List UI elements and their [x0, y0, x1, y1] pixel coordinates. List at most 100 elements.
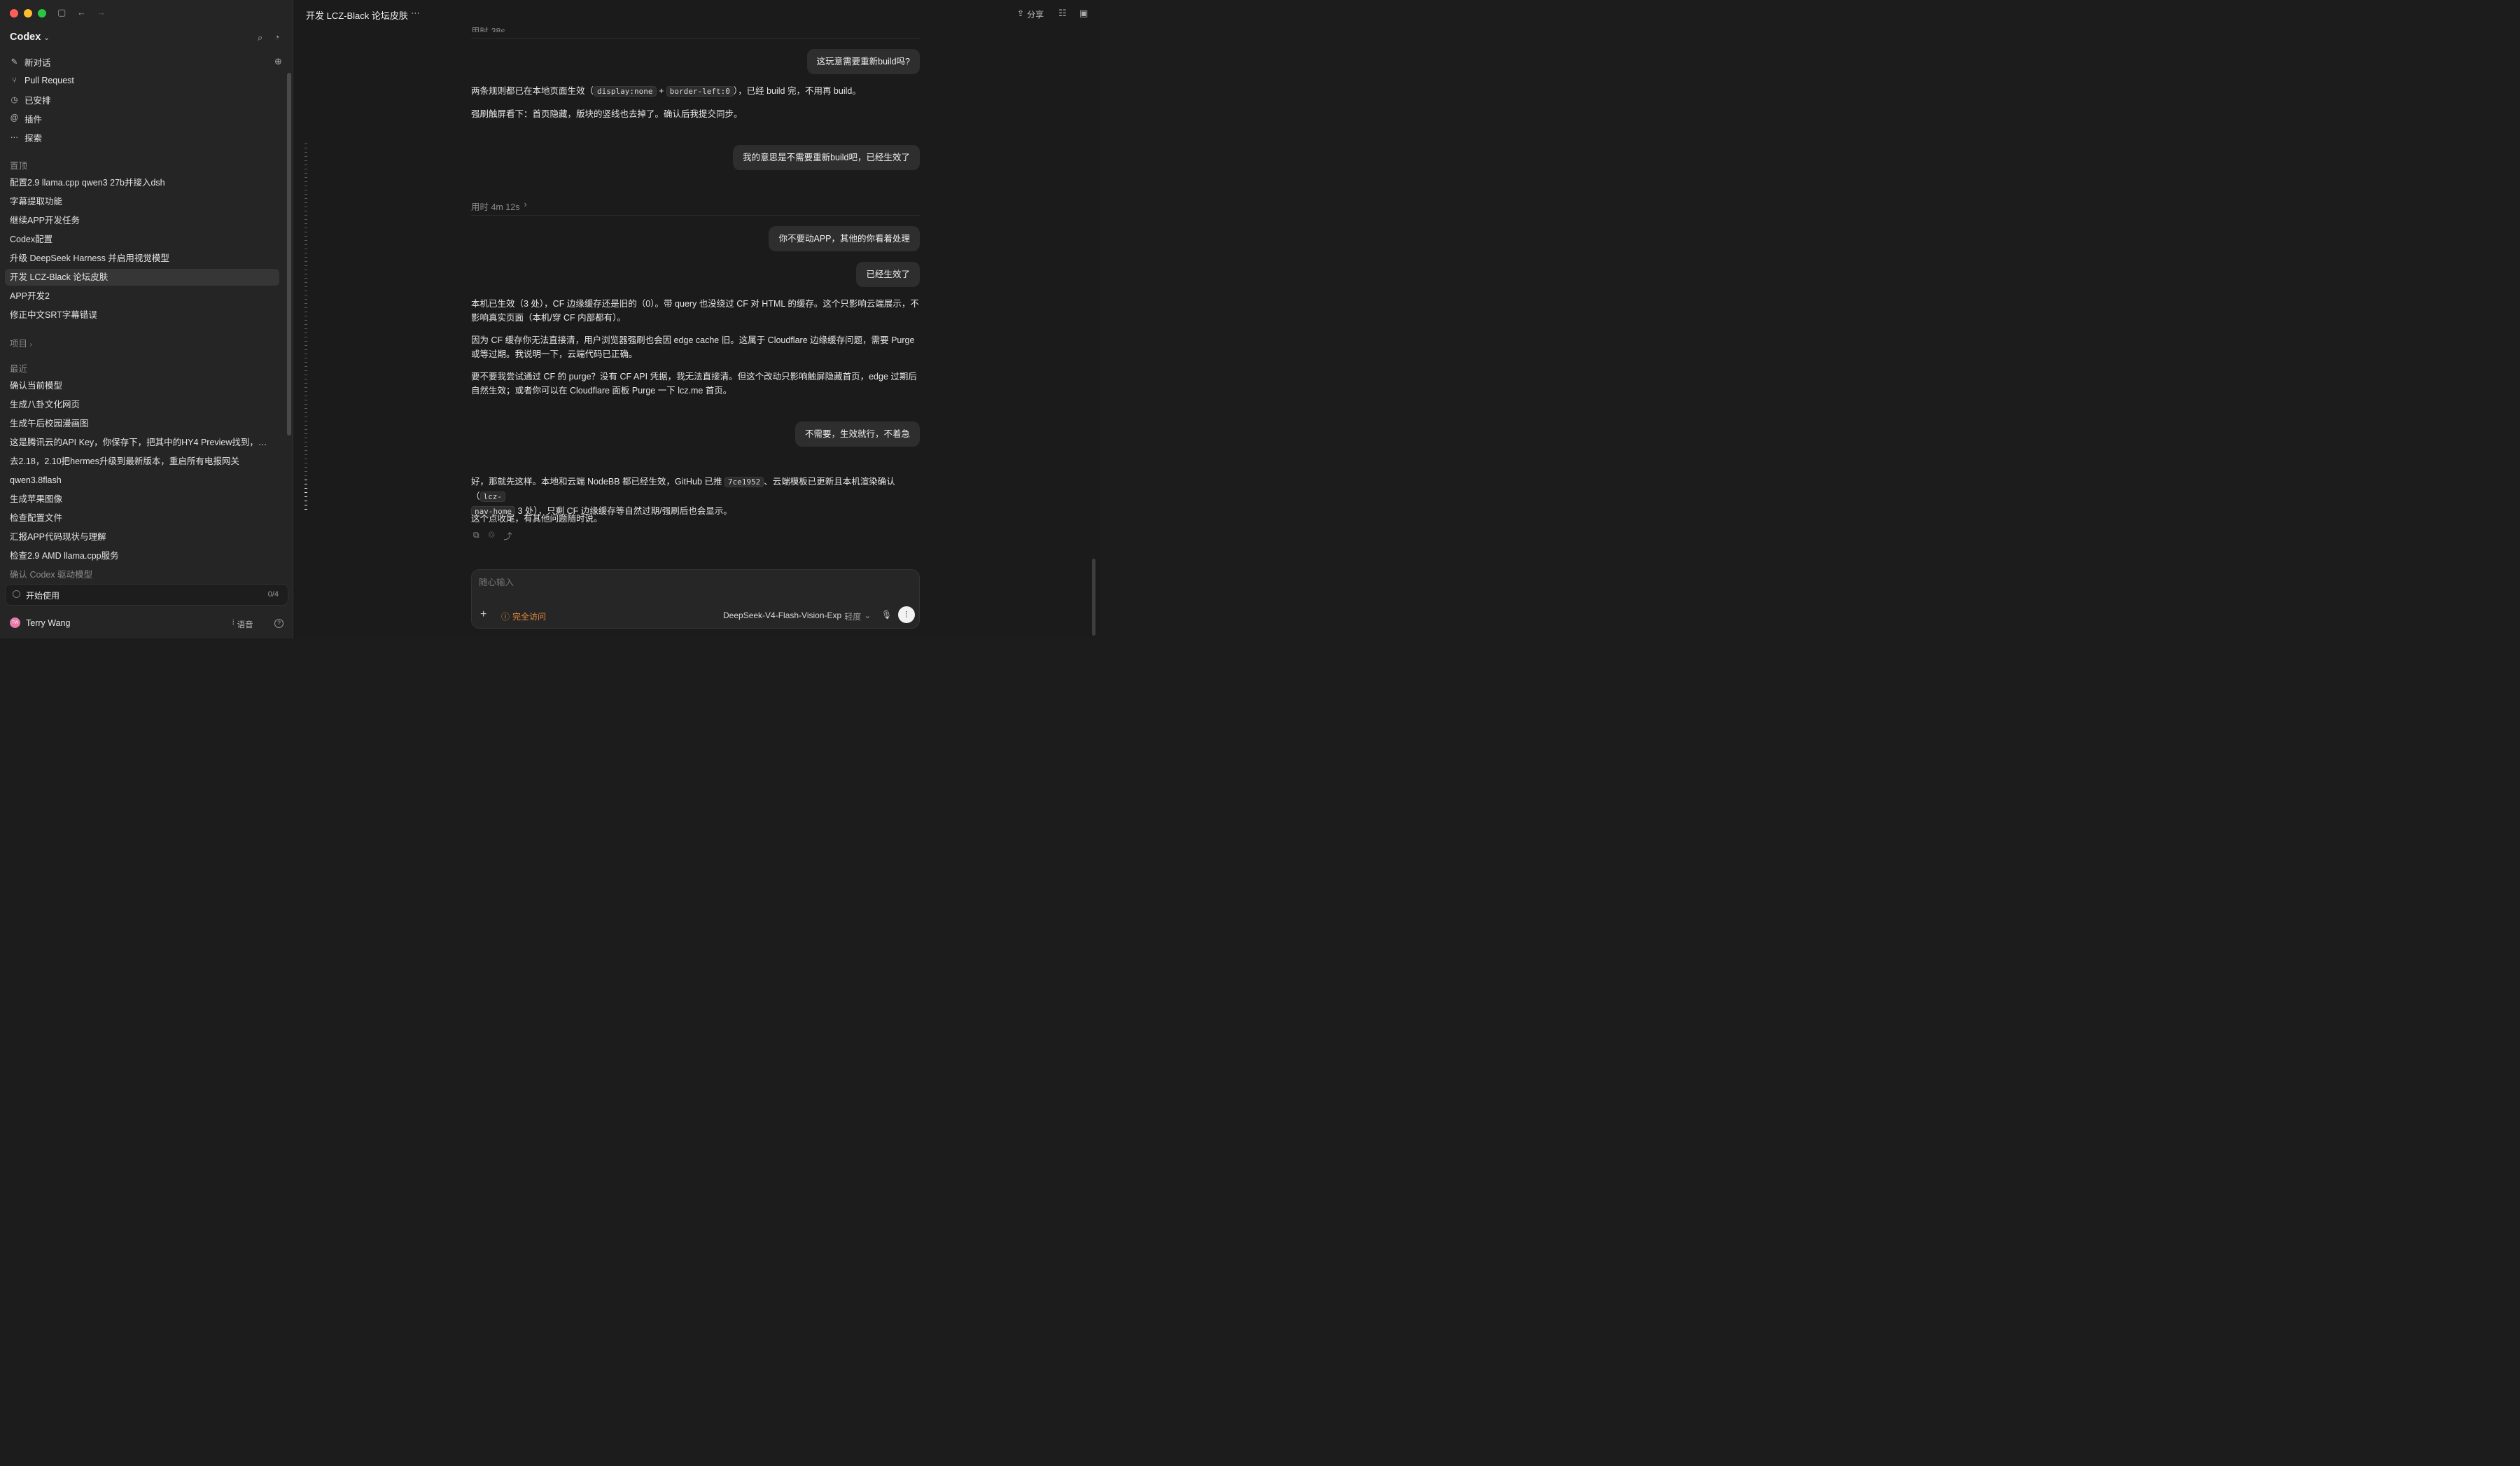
chevron-right-icon: ›: [29, 341, 32, 349]
message-actions: ⧉ ♲ ⤴: [473, 530, 512, 542]
clock-icon: ◷: [10, 96, 18, 104]
text-segment: 两条规则都已在本地页面生效（: [471, 86, 594, 96]
assistant-paragraph: 本机已生效（3 处），CF 边缘缓存还是旧的（0）。带 query 也没绕过 C…: [471, 299, 919, 323]
user-profile[interactable]: TW Terry Wang: [10, 617, 70, 628]
recent-item[interactable]: 去2.18，2.10把hermes升级到最新版本，重启所有电报网关: [10, 454, 276, 468]
model-selector[interactable]: DeepSeek-V4-Flash-Vision-Exp 轻度 ⌄: [723, 610, 871, 622]
recent-item[interactable]: 生成午后校园漫画图: [10, 417, 276, 431]
sidebar-toggle-icon[interactable]: ▢: [57, 7, 66, 18]
edit-icon: ✎: [10, 58, 18, 67]
pinned-item[interactable]: Codex配置: [10, 232, 276, 246]
timeline-ticks[interactable]: [304, 144, 308, 513]
chevron-down-icon: ⌄: [43, 34, 50, 42]
more-dots-icon: ⋯: [10, 134, 19, 142]
voice-button[interactable]: ⦙ 语音: [232, 619, 253, 630]
sidebar-item-new-chat[interactable]: ✎ 新对话: [10, 54, 283, 69]
forward-arrow-icon[interactable]: →: [97, 7, 106, 18]
zoom-window-button[interactable]: [38, 9, 46, 18]
assistant-paragraph: 要不要我尝试通过 CF 的 purge？没有 CF API 凭据，我无法直接清。…: [471, 372, 917, 396]
getting-started-card[interactable]: 开始使用 0/4: [5, 584, 288, 606]
warning-icon: ⓘ: [501, 612, 510, 622]
sidebar-item-label: 新对话: [24, 57, 51, 68]
user-message: 已经生效了: [856, 262, 920, 287]
access-label: 完全访问: [512, 612, 547, 622]
back-arrow-icon[interactable]: ←: [77, 7, 86, 18]
text-segment: ），已经 build 完，不用再 build。: [733, 86, 861, 96]
projects-header-label: 项目: [10, 339, 28, 349]
user-message: 我的意思是不需要重新build吧，已经生效了: [733, 145, 920, 170]
pinned-item[interactable]: 配置2.9 llama.cpp qwen3 27b并接入dsh: [10, 176, 276, 190]
projects-header[interactable]: 项目 ›: [10, 336, 32, 349]
more-options-icon[interactable]: ⋯: [411, 8, 420, 19]
thumbs-icon[interactable]: ♲: [488, 530, 496, 542]
copy-icon[interactable]: ⧉: [473, 530, 479, 542]
divider: [471, 38, 920, 39]
conversation-title: 开发 LCZ-Black 论坛皮肤: [306, 11, 408, 21]
recent-item[interactable]: 确认当前模型: [10, 379, 276, 393]
getting-started-progress: 0/4: [267, 590, 279, 599]
recent-item[interactable]: 汇报APP代码现状与理解: [10, 530, 276, 544]
fork-icon[interactable]: ⤴: [503, 530, 512, 542]
progress-circle-icon: [13, 590, 20, 598]
pinned-item[interactable]: 继续APP开发任务: [10, 214, 276, 228]
share-button[interactable]: ⇪ 分享: [1017, 8, 1044, 20]
inline-code: 7ce1952: [724, 477, 764, 487]
sidebar-item-explore[interactable]: ⋯ 探索: [10, 130, 283, 145]
add-attachment-icon[interactable]: +: [480, 608, 486, 621]
sidebar-item-pull-request[interactable]: ⑂ Pull Request: [10, 73, 283, 88]
elapsed-time-top[interactable]: 用时 38s: [471, 24, 505, 32]
chevron-right-icon: ›: [524, 200, 527, 209]
help-icon[interactable]: ?: [274, 619, 284, 628]
sidebar-scrollbar[interactable]: [287, 73, 291, 435]
pinned-item[interactable]: 升级 DeepSeek Harness 并启用视觉模型: [10, 251, 276, 265]
pinned-item-active[interactable]: 开发 LCZ-Black 论坛皮肤: [10, 270, 276, 284]
recent-item[interactable]: 确认 Codex 驱动模型: [10, 568, 276, 582]
app-brand-menu[interactable]: Codex ⌄: [10, 32, 50, 43]
main-scrollbar[interactable]: [1092, 559, 1096, 636]
recent-item[interactable]: 检查配置文件: [10, 511, 276, 525]
user-message: 不需要，生效就行，不着急: [794, 421, 920, 447]
assistant-paragraph: 强刷触屏看下：首页隐藏，版块的竖线也去掉了。确认后我提交同步。: [471, 109, 743, 119]
checklist-icon[interactable]: ☷: [1058, 8, 1067, 19]
pinned-item[interactable]: APP开发2: [10, 289, 276, 303]
panel-toggle-icon[interactable]: ▣: [1079, 8, 1088, 19]
composer[interactable]: + ⓘ 完全访问 DeepSeek-V4-Flash-Vision-Exp 轻度…: [471, 569, 920, 629]
minimize-window-button[interactable]: [24, 9, 32, 18]
elapsed-time-toggle[interactable]: 用时 4m 12s ›: [471, 200, 527, 213]
search-icon[interactable]: ⌕: [258, 32, 262, 43]
voice-mode-button[interactable]: ⦙: [898, 606, 915, 623]
recent-item[interactable]: 生成苹果图像: [10, 492, 276, 506]
sidebar-item-label: Pull Request: [24, 76, 74, 85]
close-window-button[interactable]: [10, 9, 18, 18]
sidebar-item-plugins[interactable]: @ 插件: [10, 111, 283, 126]
recent-item[interactable]: 检查2.9 AMD llama.cpp服务: [10, 549, 276, 563]
waveform-icon: ⦙: [905, 610, 908, 620]
access-mode-button[interactable]: ⓘ 完全访问: [501, 610, 546, 622]
sidebar-item-label: 探索: [24, 133, 43, 144]
pinned-item[interactable]: 字幕提取功能: [10, 195, 276, 209]
add-circle-icon[interactable]: ⊕: [274, 56, 282, 67]
assistant-message: 两条规则都已在本地页面生效（ display:none + border-left…: [471, 84, 923, 99]
elapsed-label: 用时 38s: [471, 27, 505, 32]
model-name: DeepSeek-V4-Flash-Vision-Exp: [723, 610, 842, 620]
sidebar-item-label: 已安排: [24, 95, 51, 106]
user-name: Terry Wang: [26, 617, 71, 628]
inline-code: border-left:0: [666, 86, 734, 97]
microphone-icon[interactable]: 🎙: [881, 610, 892, 620]
recent-item[interactable]: 这是腾讯云的API Key，你保存下，把其中的HY4 Preview找到，接入h: [10, 435, 274, 449]
pinned-header: 置顶: [10, 161, 28, 171]
recent-item[interactable]: 生成八卦文化网页: [10, 398, 276, 412]
brand-label: Codex: [10, 32, 41, 43]
divider: [471, 215, 920, 216]
user-message: 这玩意需要重新build吗?: [806, 49, 920, 74]
message-input[interactable]: [479, 578, 899, 587]
sidebar-item-label: 插件: [24, 114, 43, 125]
bell-icon[interactable]: ◔: [274, 32, 279, 42]
chevron-down-icon: ⌄: [864, 610, 872, 620]
pinned-item[interactable]: 修正中文SRT字幕错误: [10, 308, 276, 322]
assistant-paragraph: 这个点收尾，有其他问题随时说。: [471, 514, 603, 524]
sidebar-item-scheduled[interactable]: ◷ 已安排: [10, 92, 283, 107]
user-message: 你不要动APP，其他的你看着处理: [769, 226, 920, 251]
effort-level: 轻度: [844, 612, 862, 622]
recent-item[interactable]: qwen3.8flash: [10, 473, 276, 487]
